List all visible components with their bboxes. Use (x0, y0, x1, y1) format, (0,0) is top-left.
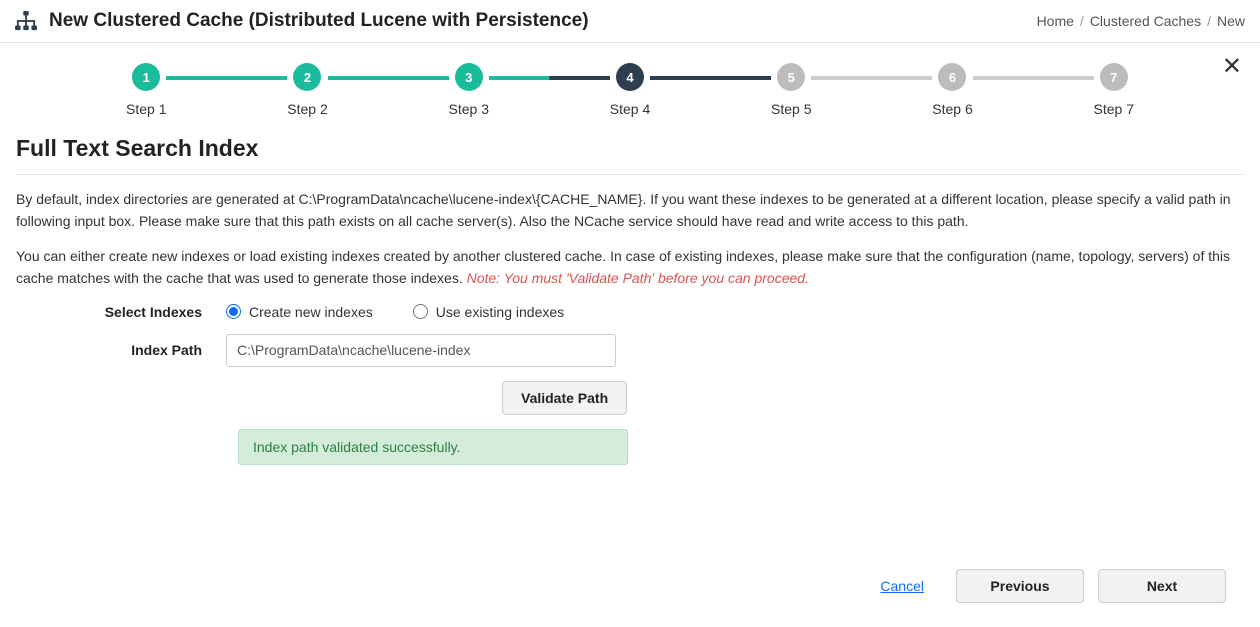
index-path-label: Index Path (16, 342, 226, 358)
page-header: New Clustered Cache (Distributed Lucene … (0, 0, 1260, 43)
step-5[interactable]: 5 Step 5 (771, 63, 811, 117)
section-title: Full Text Search Index (16, 135, 1244, 162)
description-paragraph-2: You can either create new indexes or loa… (16, 246, 1244, 289)
index-path-input[interactable] (226, 334, 616, 367)
breadcrumb-new: New (1217, 13, 1245, 29)
step-2[interactable]: 2 Step 2 (287, 63, 327, 117)
close-icon[interactable]: ✕ (1222, 55, 1242, 79)
step-7[interactable]: 7 Step 7 (1094, 63, 1134, 117)
step-6[interactable]: 6 Step 6 (932, 63, 972, 117)
use-existing-indexes-radio[interactable]: Use existing indexes (413, 304, 564, 320)
previous-button[interactable]: Previous (956, 569, 1084, 603)
step-3[interactable]: 3 Step 3 (449, 63, 489, 117)
wizard-footer: Cancel Previous Next (16, 555, 1244, 617)
wizard-stepper: 1 Step 1 2 Step 2 3 Step 3 4 Step 4 5 St… (16, 63, 1244, 117)
validate-note: Note: You must 'Validate Path' before yo… (467, 270, 809, 286)
description-paragraph-1: By default, index directories are genera… (16, 189, 1244, 232)
next-button[interactable]: Next (1098, 569, 1226, 603)
divider (16, 174, 1244, 175)
step-4[interactable]: 4 Step 4 (610, 63, 650, 117)
page-title: New Clustered Cache (Distributed Lucene … (49, 10, 589, 32)
breadcrumb-clustered-caches[interactable]: Clustered Caches (1090, 13, 1201, 29)
breadcrumb-home[interactable]: Home (1037, 13, 1074, 29)
select-indexes-label: Select Indexes (16, 304, 226, 320)
validate-path-button[interactable]: Validate Path (502, 381, 627, 415)
step-1[interactable]: 1 Step 1 (126, 63, 166, 117)
create-new-indexes-radio[interactable]: Create new indexes (226, 304, 373, 320)
cluster-hierarchy-icon (15, 11, 37, 31)
cancel-link[interactable]: Cancel (880, 578, 924, 594)
validation-success-message: Index path validated successfully. (238, 429, 628, 465)
breadcrumb: Home / Clustered Caches / New (1037, 13, 1245, 29)
